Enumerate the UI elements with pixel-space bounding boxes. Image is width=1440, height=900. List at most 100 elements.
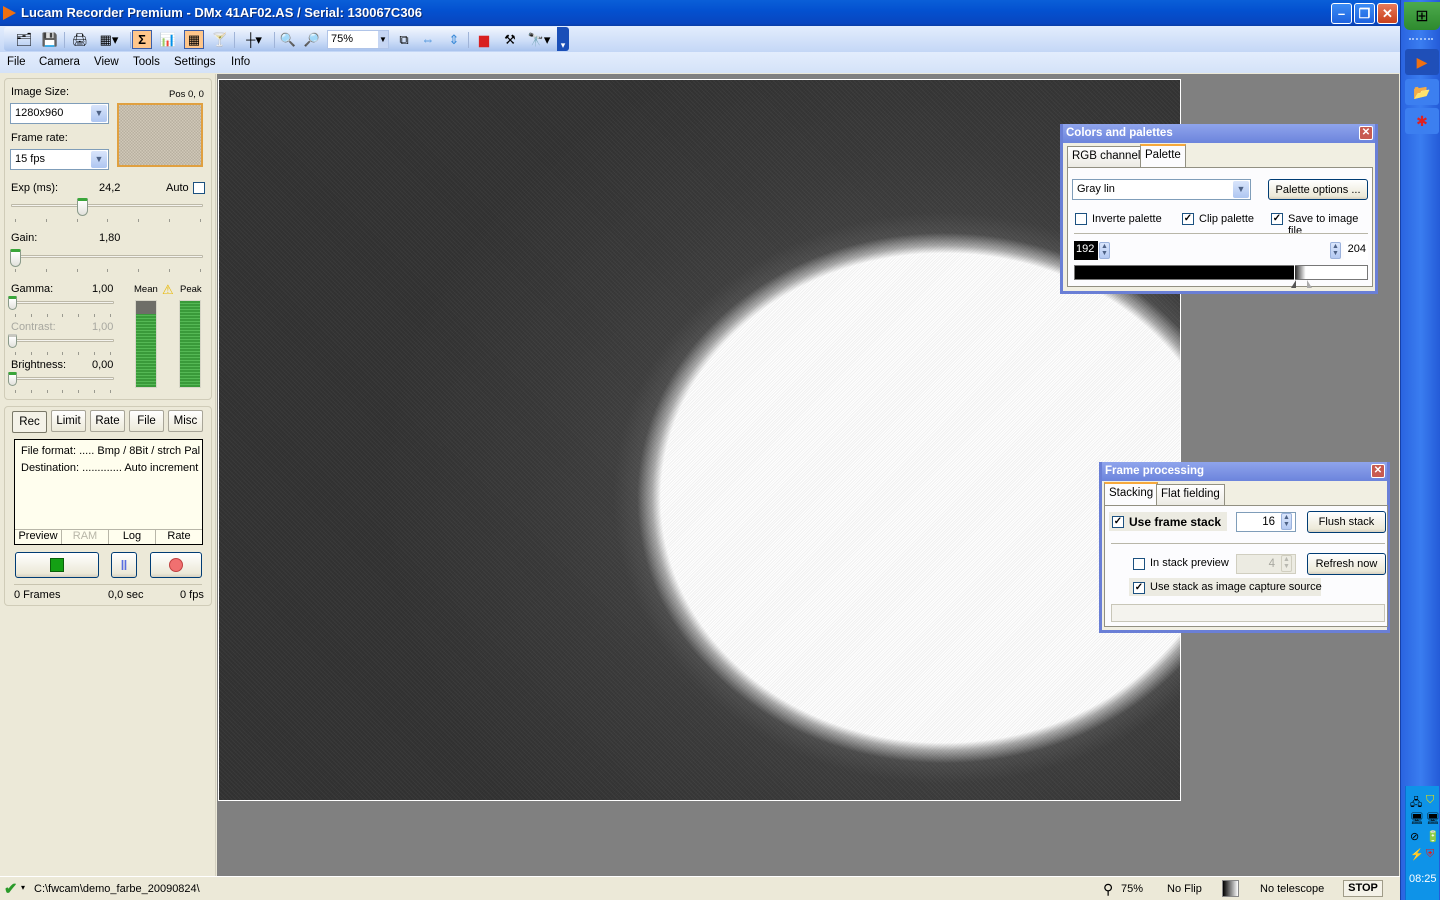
roi-preview[interactable]	[117, 103, 203, 167]
inverte-palette-checkbox[interactable]	[1075, 213, 1087, 225]
gamma-slider-track[interactable]	[11, 301, 114, 304]
sum-icon[interactable]: Σ	[132, 30, 152, 49]
save-icon[interactable]: 💾	[40, 30, 60, 49]
minimize-button[interactable]: –	[1331, 3, 1352, 24]
tab-file[interactable]: File	[129, 410, 164, 432]
palette-select[interactable]: Gray lin ▼	[1072, 179, 1251, 200]
tab-stacking[interactable]: Stacking	[1104, 482, 1159, 505]
auto-exposure-checkbox[interactable]	[193, 182, 205, 194]
taskbar-app-red[interactable]: ✱	[1405, 108, 1439, 134]
info-tab-preview[interactable]: Preview	[15, 530, 62, 544]
brightness-slider-track[interactable]	[11, 377, 114, 380]
filter-icon[interactable]: 🍸	[210, 30, 230, 49]
palette-low-input[interactable]: 192	[1074, 241, 1098, 260]
tools-icon[interactable]: ⚒	[500, 30, 520, 49]
brightness-value: 0,00	[92, 359, 114, 371]
wireless-tray-icon[interactable]: 🖥	[1410, 812, 1424, 825]
sound-tray-icon[interactable]: ⊘	[1410, 830, 1419, 843]
exposure-slider-thumb[interactable]	[77, 198, 88, 216]
crosshair-icon[interactable]: ┼▾	[240, 30, 268, 49]
stop-button[interactable]	[15, 552, 99, 578]
palette-high-handle[interactable]	[1307, 280, 1312, 288]
tab-flat-fielding[interactable]: Flat fielding	[1156, 484, 1225, 505]
tab-limit[interactable]: Limit	[51, 410, 86, 432]
taskbar-lucam-recorder[interactable]: ▶	[1405, 49, 1439, 75]
chevron-down-icon[interactable]: ▼	[1233, 181, 1249, 198]
tab-palette[interactable]: Palette	[1140, 144, 1186, 167]
menu-camera[interactable]: Camera	[39, 56, 80, 68]
battery-tray-icon[interactable]: 🔋	[1426, 830, 1440, 843]
frame-rate-select[interactable]: 15 fps ▼	[10, 149, 109, 170]
close-button[interactable]: ✕	[1377, 3, 1398, 24]
info-tab-rate[interactable]: Rate	[156, 530, 202, 544]
brightness-slider-thumb[interactable]	[8, 372, 17, 386]
chevron-down-icon[interactable]: ▼	[91, 151, 107, 168]
tab-rate[interactable]: Rate	[90, 410, 125, 432]
chevron-down-icon[interactable]: ▼	[91, 105, 107, 122]
pause-button[interactable]: ‖	[111, 552, 137, 578]
palette-high-input[interactable]: 204	[1344, 241, 1368, 260]
exposure-ticks	[15, 219, 201, 223]
zoom-out-icon[interactable]: 🔎	[302, 30, 322, 49]
start-button[interactable]: ⊞	[1404, 2, 1440, 30]
monitor-icon[interactable]: ▆	[474, 30, 494, 49]
save-to-image-checkbox[interactable]: ✓	[1271, 213, 1283, 225]
record-button[interactable]	[150, 552, 202, 578]
menu-settings[interactable]: Settings	[174, 56, 216, 68]
palette-high-spinner[interactable]: ▲ ▼	[1330, 242, 1341, 259]
use-as-source-checkbox[interactable]: ✓	[1133, 582, 1145, 594]
shield-tray-icon[interactable]: ⛨	[1426, 848, 1434, 861]
security-tray-icon[interactable]: ⛉	[1426, 794, 1434, 807]
tab-rec[interactable]: Rec	[12, 411, 47, 433]
refresh-now-button[interactable]: Refresh now	[1307, 553, 1386, 575]
palette-low-handle[interactable]	[1291, 280, 1296, 288]
network-tray-icon[interactable]: 🖧	[1410, 794, 1422, 813]
fit-window-icon[interactable]: ⧉	[394, 30, 414, 49]
in-stack-preview-checkbox[interactable]	[1133, 558, 1145, 570]
grid-view-icon[interactable]: ▦	[184, 30, 204, 49]
stop-status-button[interactable]: STOP	[1343, 880, 1383, 897]
chevron-down-icon[interactable]: ▾	[21, 883, 25, 892]
gain-slider-thumb[interactable]	[10, 249, 21, 267]
stack-count-spinner[interactable]: ▲ ▼	[1281, 513, 1292, 530]
palette-options-button[interactable]: Palette options ...	[1268, 179, 1368, 200]
gain-slider-track[interactable]	[11, 255, 203, 258]
colors-palettes-titlebar[interactable]: Colors and palettes ✕	[1063, 124, 1375, 143]
camera-image[interactable]	[218, 79, 1181, 801]
palette-low-spinner[interactable]: ▲ ▼	[1099, 242, 1110, 259]
print-icon[interactable]: 🖨	[70, 30, 90, 49]
use-frame-stack-checkbox[interactable]: ✓	[1112, 516, 1124, 528]
toolbar-overflow-button[interactable]: ▾	[557, 27, 569, 51]
palette-indicator[interactable]	[1222, 880, 1239, 897]
tab-misc[interactable]: Misc	[168, 410, 203, 432]
status-flip[interactable]: No Flip	[1167, 883, 1202, 895]
fit-width-icon[interactable]: ⇔	[418, 30, 438, 49]
menu-info[interactable]: Info	[231, 56, 250, 68]
chevron-down-icon[interactable]: ▼	[378, 31, 388, 48]
palette-gradient-bar[interactable]	[1074, 265, 1368, 280]
lan-tray-icon[interactable]: 🖥	[1426, 812, 1440, 825]
usb-tray-icon[interactable]: ⚡	[1410, 848, 1424, 861]
info-tab-log[interactable]: Log	[109, 530, 156, 544]
tab-rgb-channels[interactable]: RGB channels	[1067, 146, 1152, 167]
exposure-slider-track[interactable]	[11, 204, 203, 207]
image-size-select[interactable]: 1280x960 ▼	[10, 103, 109, 124]
zoom-in-icon[interactable]: 🔍	[278, 30, 298, 49]
menu-tools[interactable]: Tools	[133, 56, 160, 68]
menu-file[interactable]: File	[7, 56, 26, 68]
taskbar-explorer[interactable]: 📂	[1405, 79, 1439, 105]
flush-stack-button[interactable]: Flush stack	[1307, 511, 1386, 533]
open-icon[interactable]: 🗂	[14, 30, 34, 49]
telescope-icon[interactable]: 🔭▾	[526, 30, 552, 49]
color-grid-icon[interactable]: ▦▾	[96, 30, 122, 49]
fit-height-icon[interactable]: ⇕	[444, 30, 464, 49]
gamma-slider-thumb[interactable]	[8, 296, 17, 310]
frame-processing-titlebar[interactable]: Frame processing ✕	[1102, 462, 1387, 481]
clip-palette-checkbox[interactable]: ✓	[1182, 213, 1194, 225]
zoom-select[interactable]: 75% ▼	[327, 30, 389, 49]
close-icon[interactable]: ✕	[1359, 126, 1373, 140]
restore-button[interactable]: ❐	[1354, 3, 1375, 24]
close-icon[interactable]: ✕	[1371, 464, 1385, 478]
menu-view[interactable]: View	[94, 56, 119, 68]
histogram-icon[interactable]: 📊	[158, 30, 178, 49]
